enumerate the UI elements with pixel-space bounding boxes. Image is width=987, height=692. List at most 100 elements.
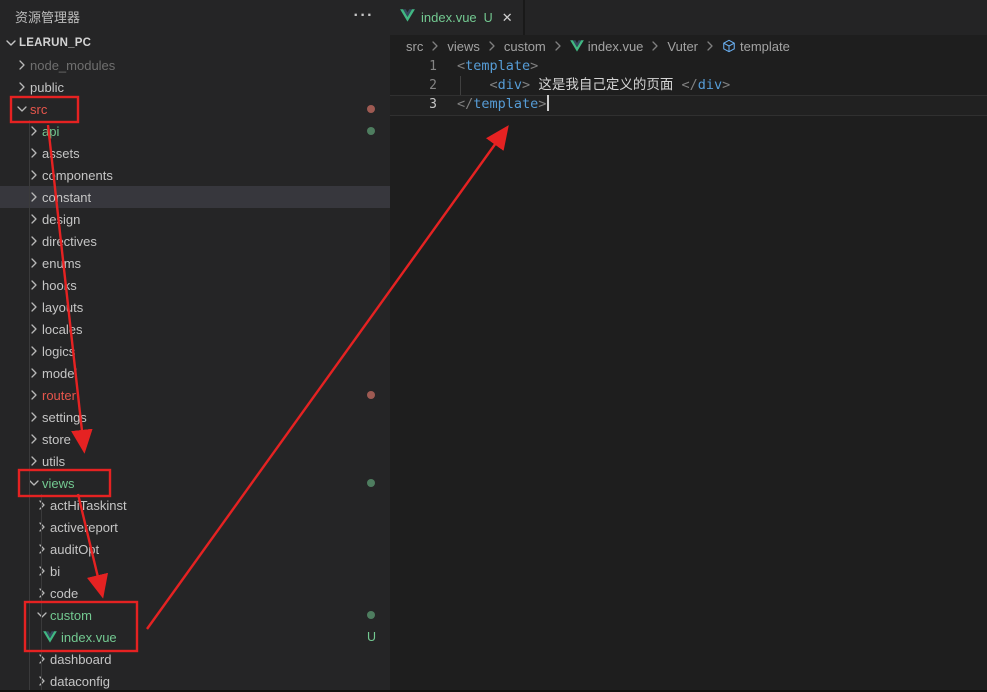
breadcrumb-item-template[interactable]: template (722, 39, 790, 54)
tree-item-label: activereport (50, 520, 118, 535)
tree-item-label: actHiTaskinst (50, 498, 127, 513)
tree-item-layouts[interactable]: layouts (0, 296, 390, 318)
code-text: <div> 这是我自己定义的页面 </div> (457, 76, 730, 95)
tree-item-store[interactable]: store (0, 428, 390, 450)
tree-item-label: index.vue (61, 630, 117, 645)
breadcrumb-label: Vuter (667, 39, 698, 54)
tree-item-label: model (42, 366, 77, 381)
tree-item-logics[interactable]: logics (0, 340, 390, 362)
tree-item-utils[interactable]: utils (0, 450, 390, 472)
git-status-dot-green (367, 479, 375, 487)
tree-item-model[interactable]: model (0, 362, 390, 384)
close-icon[interactable]: ✕ (502, 10, 513, 26)
tree-item-label: router (42, 388, 76, 403)
tree-item-label: hooks (42, 278, 77, 293)
cube-icon (722, 39, 736, 53)
tree-item-node-modules[interactable]: node_modules (0, 54, 390, 76)
chevron-down-icon (14, 101, 30, 117)
breadcrumb-label: src (406, 39, 423, 54)
workspace-section-header[interactable]: LEARUN_PC (0, 32, 390, 54)
tree-item-label: public (30, 80, 64, 95)
tree-item-dashboard[interactable]: dashboard (0, 648, 390, 670)
git-untracked-badge: U (367, 630, 376, 644)
tree-item-auditopt[interactable]: auditOpt (0, 538, 390, 560)
explorer-title: 资源管理器 (15, 7, 80, 26)
tab-index-vue[interactable]: index.vue U ✕ (390, 0, 525, 35)
tree-item-label: store (42, 432, 71, 447)
tree-item-dataconfig[interactable]: dataconfig (0, 670, 390, 692)
git-status-dot-green (367, 611, 375, 619)
workspace-name: LEARUN_PC (19, 37, 91, 49)
tree-item-label: code (50, 586, 78, 601)
chevron-right-icon (34, 563, 50, 579)
tree-item-bi[interactable]: bi (0, 560, 390, 582)
breadcrumb-item-index-vue[interactable]: index.vue (570, 39, 644, 54)
code-area[interactable]: 1 <template>2 <div> 这是我自己定义的页面 </div>3 </t… (390, 57, 987, 114)
line-number: 1 (390, 57, 437, 76)
breadcrumb-label: template (740, 39, 790, 54)
chevron-right-icon (34, 497, 50, 513)
tree-item-design[interactable]: design (0, 208, 390, 230)
indent-guide (29, 120, 30, 690)
code-line-3[interactable]: 3 </template> (390, 95, 987, 114)
tree-item-components[interactable]: components (0, 164, 390, 186)
tree-item-assets[interactable]: assets (0, 142, 390, 164)
git-status-dot-green (367, 127, 375, 135)
tree-item-constant[interactable]: constant (0, 186, 390, 208)
chevron-right-icon (34, 651, 50, 667)
chevron-right-icon (34, 519, 50, 535)
breadcrumb-item-views[interactable]: views (447, 39, 480, 54)
chevron-right-icon (34, 541, 50, 557)
breadcrumb-item-vuter[interactable]: Vuter (667, 39, 698, 54)
tree-item-index-vue[interactable]: index.vue U (0, 626, 390, 648)
file-tree: node_modulespublic src apiassets components… (0, 54, 390, 692)
tab-bar: index.vue U ✕ (390, 0, 987, 35)
breadcrumb-label: custom (504, 39, 546, 54)
tree-item-activereport[interactable]: activereport (0, 516, 390, 538)
vue-icon (400, 9, 415, 27)
tree-item-router[interactable]: router (0, 384, 390, 406)
breadcrumb-label: index.vue (588, 39, 644, 54)
vue-icon (42, 629, 58, 645)
tree-item-label: components (42, 168, 113, 183)
code-line-2[interactable]: 2 <div> 这是我自己定义的页面 </div> (390, 76, 987, 95)
tree-item-locales[interactable]: locales (0, 318, 390, 340)
tree-item-label: layouts (42, 300, 83, 315)
tree-item-enums[interactable]: enums (0, 252, 390, 274)
code-line-1[interactable]: 1 <template> (390, 57, 987, 76)
tree-item-label: locales (42, 322, 82, 337)
chevron-right-icon (427, 38, 443, 54)
text-cursor (547, 95, 549, 111)
chevron-down-icon (34, 607, 50, 623)
tree-item-views[interactable]: views (0, 472, 390, 494)
line-number: 3 (390, 95, 437, 114)
tree-item-api[interactable]: api (0, 120, 390, 142)
tree-item-label: settings (42, 410, 87, 425)
tree-item-custom[interactable]: custom (0, 604, 390, 626)
tree-item-code[interactable]: code (0, 582, 390, 604)
ellipsis-icon[interactable]: ··· (354, 11, 374, 21)
tree-item-label: custom (50, 608, 92, 623)
chevron-right-icon (14, 57, 30, 73)
tree-item-public[interactable]: public (0, 76, 390, 98)
tree-item-acthitaskinst[interactable]: actHiTaskinst (0, 494, 390, 516)
tree-item-src[interactable]: src (0, 98, 390, 120)
tree-item-label: src (30, 102, 47, 117)
tree-item-label: design (42, 212, 80, 227)
tree-item-hooks[interactable]: hooks (0, 274, 390, 296)
git-status-dot-red (367, 105, 375, 113)
tree-item-settings[interactable]: settings (0, 406, 390, 428)
tree-item-label: dashboard (50, 652, 111, 667)
code-text: <template> (457, 57, 538, 76)
breadcrumb-item-src[interactable]: src (406, 39, 423, 54)
chevron-right-icon (14, 79, 30, 95)
chevron-right-icon (702, 38, 718, 54)
tree-item-label: auditOpt (50, 542, 99, 557)
code-text: </template> (457, 95, 549, 114)
tree-item-directives[interactable]: directives (0, 230, 390, 252)
explorer-pane-title: 资源管理器 ··· (0, 0, 390, 32)
indent-guide (41, 494, 42, 690)
tab-git-badge: U (484, 11, 493, 25)
breadcrumb-item-custom[interactable]: custom (504, 39, 546, 54)
tree-item-label: logics (42, 344, 75, 359)
